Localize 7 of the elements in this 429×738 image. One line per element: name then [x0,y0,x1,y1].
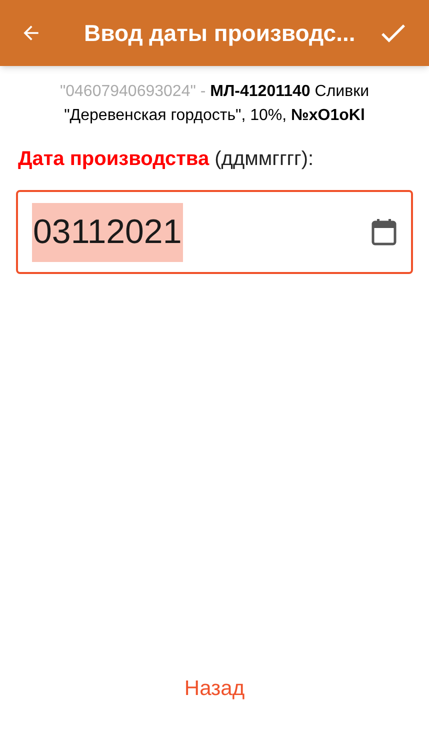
input-value: 03112021 [32,202,183,262]
back-button[interactable]: Назад [168,668,261,708]
field-label: Дата производства (ддммгггг): [17,147,315,172]
date-input-field[interactable]: 03112021 [16,190,413,274]
window-title: Ввод даты производс... [84,18,356,48]
product-description: "04607940693024" - МЛ-41201140 Сливки "Деревенская гордость", 10%, №xO1oKl [58,82,370,126]
calendar-icon[interactable] [371,218,397,246]
